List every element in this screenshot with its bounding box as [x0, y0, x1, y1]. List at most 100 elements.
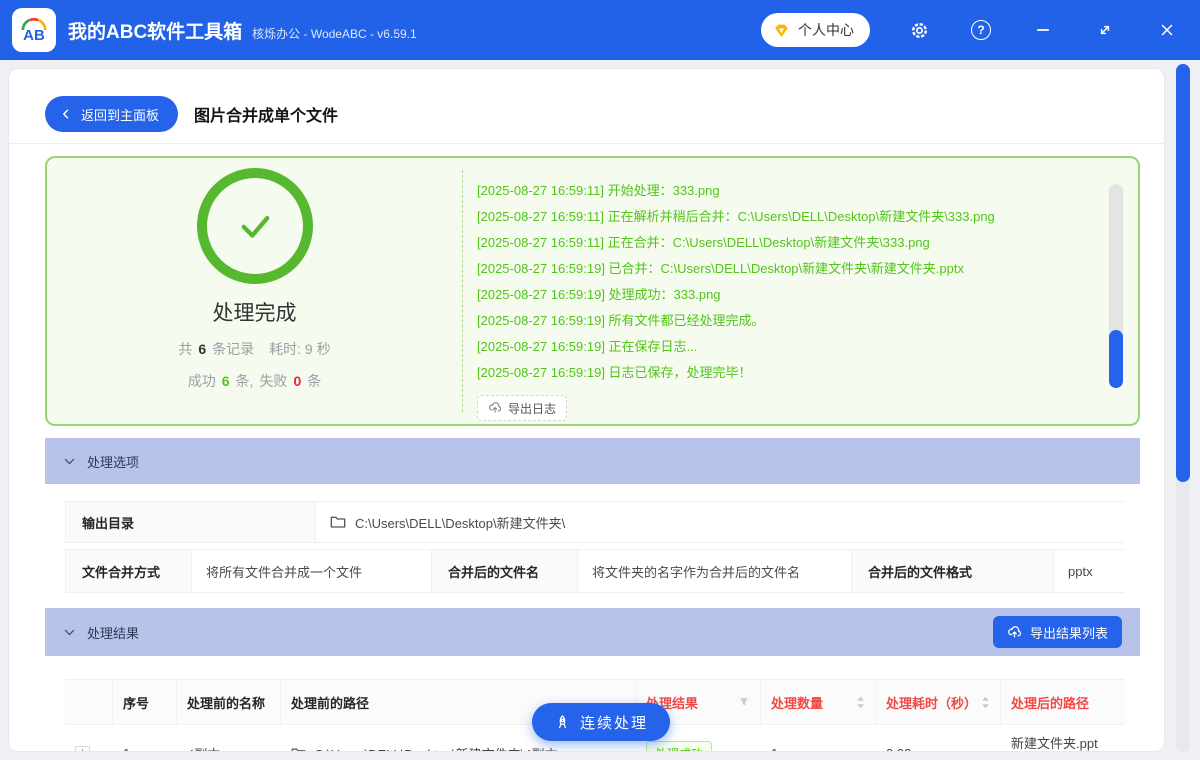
check-icon: [241, 216, 269, 238]
results-header-label: 处理结果: [87, 625, 140, 641]
column-output-path: 处理后的路径: [1011, 695, 1090, 711]
chevron-down-icon: [63, 626, 76, 639]
rocket-icon: [559, 714, 566, 728]
row-index: 1: [113, 725, 177, 752]
column-index: 序号: [113, 680, 177, 724]
total-label: 共: [178, 341, 193, 357]
export-results-button[interactable]: 导出结果列表: [992, 616, 1122, 648]
export-log-button[interactable]: 导出日志: [477, 395, 568, 421]
sort-icon[interactable]: [856, 695, 865, 710]
merged-format-value[interactable]: pptx: [1054, 550, 1126, 592]
title-bar: AB 我的ABC软件工具箱 核烁办公 - WodeABC - v6.59.1 个…: [0, 0, 1200, 60]
log-scrollbar[interactable]: [1109, 184, 1123, 388]
folder-icon: [330, 516, 346, 528]
log-line: [2025-08-27 16:59:19] 处理成功：333.png: [477, 287, 721, 302]
chevron-down-icon: [63, 455, 76, 468]
success-count: 6: [221, 373, 230, 389]
merge-mode-value[interactable]: 将所有文件合并成一个文件: [192, 550, 432, 592]
row-count: 1: [761, 725, 876, 752]
back-button-label: 返回到主面板: [81, 107, 160, 123]
output-dir-value[interactable]: C:\Users\DELL\Desktop\新建文件夹\: [316, 502, 1126, 542]
close-button[interactable]: [1154, 17, 1180, 43]
output-dir-path: C:\Users\DELL\Desktop\新建文件夹\: [355, 515, 566, 531]
column-count-label: 处理数量: [771, 695, 824, 711]
sort-icon[interactable]: [981, 695, 990, 710]
close-icon: [1161, 24, 1173, 36]
output-dir-row: 输出目录 C:\Users\DELL\Desktop\新建文件夹\: [65, 501, 1126, 543]
app-title: 我的ABC软件工具箱: [68, 21, 243, 43]
fail-count: 0: [293, 373, 302, 389]
export-log-label: 导出日志: [508, 401, 557, 416]
user-center-label: 个人中心: [798, 22, 854, 38]
settings-button[interactable]: [906, 17, 932, 43]
column-elapsed: 处理耗时（秒）: [876, 680, 1001, 724]
app-subtitle: 核烁办公 - WodeABC - v6.59.1: [252, 27, 417, 41]
column-elapsed-label: 处理耗时（秒）: [886, 695, 978, 711]
row-elapsed: 0.03: [876, 725, 1001, 752]
summary-column: 处理完成 共 6 条记录 耗时: 9 秒 成功 6 条, 失败 0 条: [47, 158, 462, 424]
back-chevron-icon: [63, 109, 69, 119]
merged-name-label: 合并后的文件名: [432, 550, 578, 592]
elapsed-text: 耗时: 9 秒: [269, 341, 331, 357]
resize-icon: [1100, 25, 1110, 35]
fail-label: 失败: [259, 373, 288, 389]
vip-gem-icon: [775, 24, 788, 37]
header-divider: [9, 143, 1164, 144]
resize-button[interactable]: [1092, 17, 1118, 43]
fail-unit: 条: [307, 373, 322, 389]
folder-icon: [291, 748, 306, 751]
help-button[interactable]: ?: [968, 17, 994, 43]
log-scrollbar-thumb[interactable]: [1109, 330, 1123, 388]
merged-name-value[interactable]: 将文件夹的名字作为合并后的文件名: [578, 550, 852, 592]
filter-icon[interactable]: [738, 696, 750, 708]
page-header: 返回到主面板 图片合并成单个文件: [45, 96, 338, 132]
log-line: [2025-08-27 16:59:11] 开始处理：333.png: [477, 183, 720, 198]
export-results-label: 导出结果列表: [1029, 625, 1108, 641]
help-glyph: ?: [977, 23, 985, 37]
row-output-path: 新建文件夹.ppt: [1011, 736, 1098, 751]
user-center-button[interactable]: 个人中心: [761, 13, 870, 47]
output-dir-label: 输出目录: [66, 502, 316, 542]
column-count: 处理数量: [761, 680, 876, 724]
log-line: [2025-08-27 16:59:19] 所有文件都已经处理完成。: [477, 313, 765, 328]
total-unit: 条记录: [212, 341, 255, 357]
success-circle: [196, 168, 313, 284]
page-scrollbar-thumb[interactable]: [1176, 64, 1190, 482]
logo-text: AB: [23, 26, 45, 44]
log-line: [2025-08-27 16:59:19] 日志已保存，处理完毕！: [477, 365, 752, 380]
log-line: [2025-08-27 16:59:19] 正在保存日志...: [477, 339, 698, 354]
row-source-name: 4副本.png: [177, 725, 281, 752]
page-scrollbar[interactable]: [1176, 64, 1190, 752]
column-source-name: 处理前的名称: [177, 680, 281, 724]
merge-options-row: 文件合并方式 将所有文件合并成一个文件 合并后的文件名 将文件夹的名字作为合并后…: [65, 549, 1126, 593]
minimize-button[interactable]: [1030, 17, 1056, 43]
merge-mode-label: 文件合并方式: [66, 550, 192, 592]
back-to-dashboard-button[interactable]: 返回到主面板: [45, 96, 179, 132]
page-title: 图片合并成单个文件: [194, 108, 339, 125]
options-header-label: 处理选项: [87, 454, 140, 470]
titlebar-actions: 个人中心 ?: [761, 13, 1180, 47]
app-window: AB 我的ABC软件工具箱 核烁办公 - WodeABC - v6.59.1 个…: [0, 0, 1200, 760]
expand-row-button[interactable]: +: [75, 745, 90, 751]
section-header-results[interactable]: 处理结果 导出结果列表: [45, 608, 1140, 656]
status-title: 处理完成: [212, 302, 297, 325]
app-logo: AB: [12, 8, 56, 52]
total-count: 6: [198, 341, 207, 357]
success-label: 成功: [187, 373, 216, 389]
log-line: [2025-08-27 16:59:11] 正在合并：C:\Users\DELL…: [477, 235, 930, 250]
minimize-icon: [1036, 29, 1050, 31]
success-unit: 条,: [235, 373, 254, 389]
upload-cloud-icon: [1008, 625, 1021, 637]
upload-cloud-icon: [489, 402, 502, 413]
row-source-path-text: C:\Users\DELL\Desktop\新建文件夹\4副本.png: [314, 744, 583, 752]
gear-icon: [911, 22, 927, 38]
row-expander-cell: +: [65, 725, 113, 751]
main-panel: 返回到主面板 图片合并成单个文件 处理完成 共 6 条记录 耗时: 9 秒 成功 6 条,…: [8, 68, 1165, 752]
column-expander: [65, 680, 113, 724]
merged-format-label: 合并后的文件格式: [852, 550, 1054, 592]
status-badge: 处理成功: [646, 740, 713, 751]
continue-processing-button[interactable]: 连续处理: [531, 703, 671, 741]
section-header-options[interactable]: 处理选项: [45, 438, 1140, 484]
log-line: [2025-08-27 16:59:19] 已合并：C:\Users\DELL\…: [477, 261, 964, 276]
log-panel: [2025-08-27 16:59:11] 开始处理：333.png [2025…: [463, 158, 1138, 424]
